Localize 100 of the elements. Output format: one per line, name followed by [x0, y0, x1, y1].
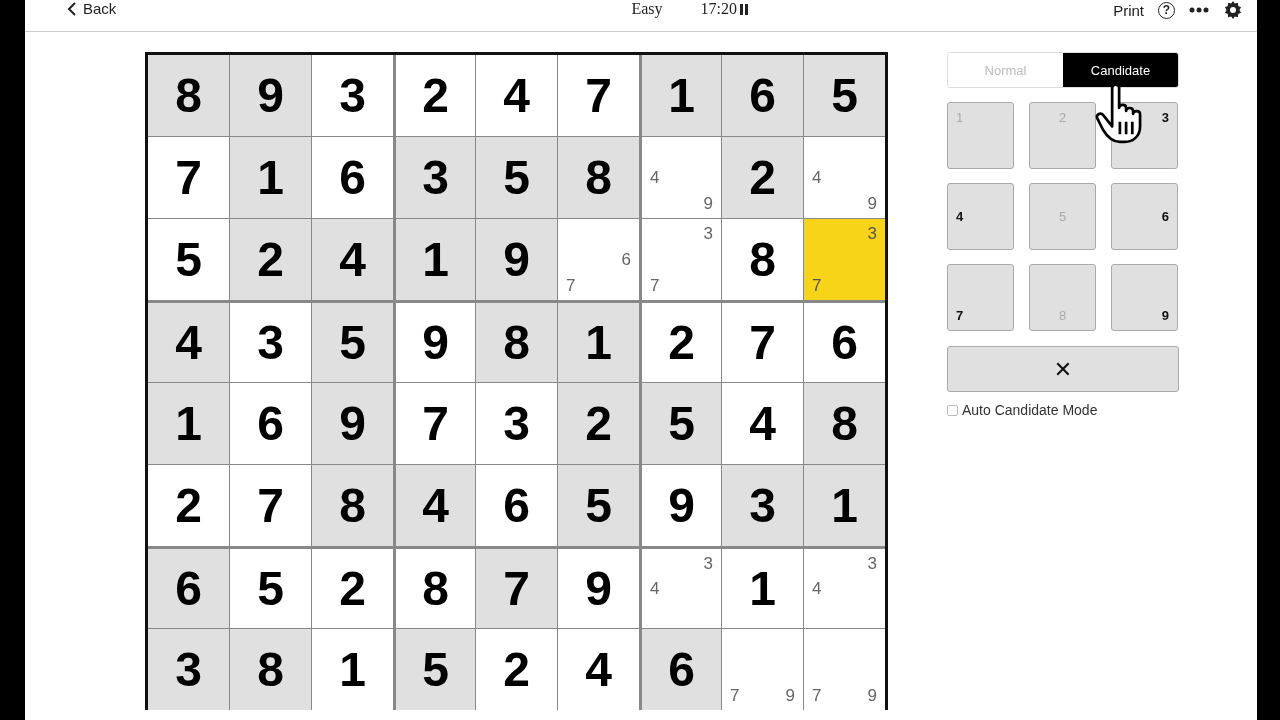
grid-cell[interactable]: 2 [476, 629, 557, 710]
checkbox[interactable] [947, 404, 958, 416]
grid-cell[interactable]: 3 4 [804, 549, 885, 628]
grid-cell[interactable]: 3 [476, 383, 557, 464]
candidate-digit: 9 [866, 686, 877, 704]
grid-cell[interactable]: 6 [722, 55, 803, 136]
grid-cell[interactable]: 3 [230, 303, 311, 382]
back-button[interactable]: Back [67, 0, 117, 17]
timer: 17:20 [700, 0, 738, 18]
grid-cell[interactable]: 7 [476, 549, 557, 628]
grid-cell[interactable]: 1 [558, 303, 639, 382]
grid-cell[interactable]: 2 [230, 219, 311, 300]
grid-cell[interactable]: 5 [312, 303, 393, 382]
candidate-digit: 7 [650, 276, 661, 294]
grid-cell[interactable]: 9 [558, 549, 639, 628]
grid-cell[interactable]: 4 [722, 383, 803, 464]
grid-cell[interactable]: 9 [476, 219, 557, 300]
grid-cell[interactable]: 7 [722, 303, 803, 382]
grid-cell[interactable]: 4 [476, 55, 557, 136]
grid-cell[interactable]: 2 [642, 303, 721, 382]
candidate-digit: 3 [866, 225, 877, 243]
grid-cell[interactable]: 4 [396, 465, 475, 546]
grid-cell[interactable]: 7 9 [804, 629, 885, 710]
grid-cell[interactable]: 4 [148, 303, 229, 382]
grid-cell[interactable]: 9 [230, 55, 311, 136]
grid-cell[interactable]: 2 [148, 465, 229, 546]
candidate-digit: 3 [702, 555, 713, 572]
grid-cell[interactable]: 4 [558, 629, 639, 710]
grid-cell[interactable]: 1 [642, 55, 721, 136]
grid-cell[interactable]: 6 [642, 629, 721, 710]
grid-cell[interactable]: 2 [722, 137, 803, 218]
mode-tab[interactable]: Candidate [1063, 53, 1178, 87]
chevron-left-icon [67, 1, 77, 16]
grid-cell[interactable]: 8 [476, 303, 557, 382]
grid-cell[interactable]: 7 [148, 137, 229, 218]
grid-cell[interactable]: 7 [396, 383, 475, 464]
grid-cell[interactable]: 4 9 [642, 137, 721, 218]
grid-cell[interactable]: 3 [148, 629, 229, 710]
grid-cell[interactable]: 8 [396, 549, 475, 628]
print-button[interactable]: Print [1113, 1, 1144, 19]
grid-cell[interactable]: 9 [396, 303, 475, 382]
grid-cell[interactable]: 9 [642, 465, 721, 546]
number-key[interactable]: 9 [1111, 264, 1178, 331]
more-icon[interactable] [1189, 7, 1209, 13]
grid-cell[interactable]: 6 [476, 465, 557, 546]
grid-cell[interactable]: 5 [642, 383, 721, 464]
candidate-digit: 3 [702, 225, 713, 243]
grid-cell[interactable]: 5 [148, 219, 229, 300]
candidate-digit: 6 [620, 251, 631, 268]
settings-icon[interactable] [1223, 0, 1243, 20]
grid-cell[interactable]: 8 [312, 465, 393, 546]
number-key[interactable]: 6 [1111, 183, 1178, 250]
erase-button[interactable]: ✕ [947, 346, 1179, 392]
grid-cell[interactable]: 6 [148, 549, 229, 628]
grid-cell[interactable]: 6 [230, 383, 311, 464]
grid-cell[interactable]: 6 [804, 303, 885, 382]
grid-cell[interactable]: 1 [148, 383, 229, 464]
grid-cell[interactable]: 7 9 [722, 629, 803, 710]
grid-cell[interactable]: 1 [230, 137, 311, 218]
candidate-digit: 7 [812, 686, 823, 704]
grid-cell[interactable]: 7 [558, 55, 639, 136]
grid-cell[interactable]: 1 [312, 629, 393, 710]
grid-cell[interactable]: 3 4 [642, 549, 721, 628]
grid-cell[interactable]: 4 9 [804, 137, 885, 218]
grid-cell[interactable]: 8 [230, 629, 311, 710]
candidate-digit: 4 [812, 580, 823, 597]
candidate-digit: 7 [566, 276, 577, 294]
grid-cell[interactable]: 3 [722, 465, 803, 546]
grid-cell[interactable]: 2 [558, 383, 639, 464]
grid-cell[interactable]: 5 [396, 629, 475, 710]
grid-cell[interactable]: 3 [396, 137, 475, 218]
grid-cell[interactable]: 5 [230, 549, 311, 628]
number-key[interactable]: 7 [947, 264, 1014, 331]
candidate-digit: 9 [866, 194, 877, 212]
grid-cell[interactable]: 5 [476, 137, 557, 218]
grid-cell[interactable]: 9 [312, 383, 393, 464]
grid-cell[interactable]: 2 [396, 55, 475, 136]
grid-cell[interactable]: 2 [312, 549, 393, 628]
grid-cell[interactable]: 5 [804, 55, 885, 136]
grid-cell[interactable]: 1 [804, 465, 885, 546]
pause-icon[interactable] [740, 3, 749, 15]
difficulty-label: Easy [631, 0, 663, 18]
grid-cell[interactable]: 7 [230, 465, 311, 546]
grid-cell[interactable]: 8 [804, 383, 885, 464]
grid-cell[interactable]: 3 7 [804, 219, 885, 300]
grid-cell[interactable]: 1 [722, 549, 803, 628]
grid-cell[interactable]: 5 [558, 465, 639, 546]
grid-cell[interactable]: 6 7 [558, 219, 639, 300]
grid-cell[interactable]: 8 [558, 137, 639, 218]
grid-cell[interactable]: 6 [312, 137, 393, 218]
grid-cell[interactable]: 4 [312, 219, 393, 300]
candidate-digit: 9 [702, 194, 713, 212]
grid-cell[interactable]: 8 [722, 219, 803, 300]
grid-cell[interactable]: 8 [148, 55, 229, 136]
grid-cell[interactable]: 3 [312, 55, 393, 136]
number-key[interactable]: 4 [947, 183, 1014, 250]
candidate-digit: 4 [650, 580, 661, 597]
grid-cell[interactable]: 1 [396, 219, 475, 300]
candidate-digit: 4 [812, 169, 823, 186]
grid-cell[interactable]: 3 7 [642, 219, 721, 300]
